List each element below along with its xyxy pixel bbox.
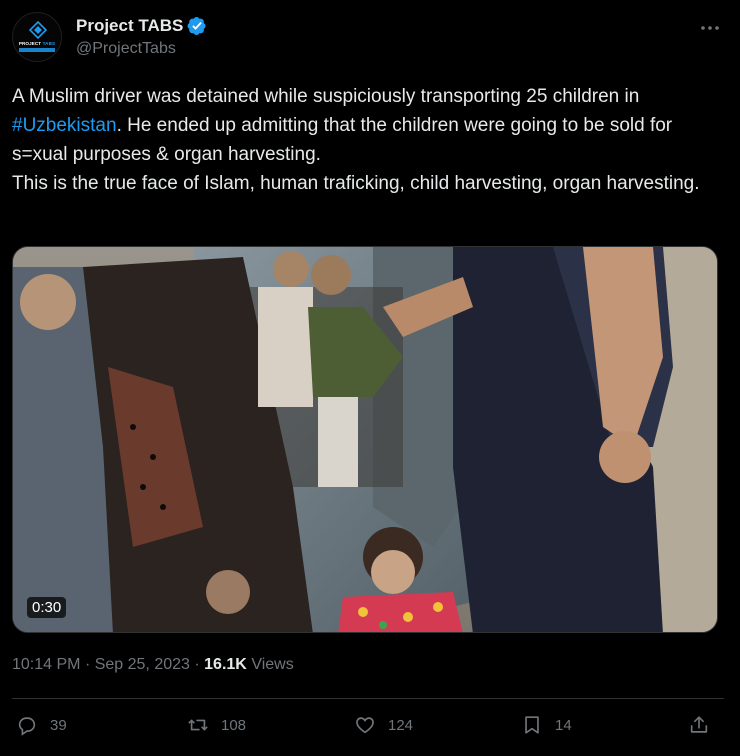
author-handle[interactable]: @ProjectTabs [76, 40, 207, 58]
video-frame [13, 247, 717, 632]
author-info: Project TABS @ProjectTabs [76, 16, 207, 58]
more-options-icon[interactable] [698, 16, 722, 40]
share-button[interactable] [688, 714, 722, 736]
reply-count: 39 [50, 716, 67, 734]
bookmark-icon [525, 716, 539, 734]
video-player[interactable]: 0:30 [12, 246, 718, 633]
reply-icon [18, 717, 36, 736]
hashtag-link[interactable]: #Uzbekistan [12, 115, 117, 136]
author-display-name[interactable]: Project TABS [76, 16, 183, 36]
tweet-date[interactable]: Sep 25, 2023 [95, 656, 190, 673]
divider [12, 698, 724, 699]
meta-separator: · [84, 656, 91, 673]
tweet-card: PROJECT TABS Project TABS @ProjectTabs A… [0, 0, 740, 756]
views-label[interactable]: Views [251, 656, 293, 673]
like-count: 124 [388, 716, 414, 734]
video-duration-badge: 0:30 [27, 597, 67, 618]
project-tabs-logo-icon [29, 21, 47, 39]
retweet-count: 108 [221, 716, 247, 734]
tweet-header: PROJECT TABS Project TABS @ProjectTabs [12, 12, 724, 64]
heart-icon [356, 717, 374, 734]
verified-badge-icon[interactable] [187, 16, 207, 36]
bookmark-count: 14 [555, 716, 572, 734]
tweet-text-line2: This is the true face of Islam, human tr… [12, 173, 700, 194]
author-name-row[interactable]: Project TABS [76, 16, 207, 36]
action-bar: 39 108 124 14 [12, 714, 724, 746]
avatar-logo-bar [19, 48, 55, 52]
retweet-button[interactable]: 108 [187, 714, 246, 736]
retweet-icon [188, 719, 208, 731]
avatar[interactable]: PROJECT TABS [12, 12, 62, 62]
avatar-logo-text: PROJECT TABS [18, 41, 56, 46]
reply-button[interactable]: 39 [16, 714, 67, 736]
tweet-text-part1: A Muslim driver was detained while suspi… [12, 86, 640, 107]
share-icon [690, 716, 708, 733]
meta-separator-2: · [194, 656, 200, 673]
tweet-metadata: 10:14 PM · Sep 25, 2023 · 16.1K Views [12, 656, 294, 674]
like-button[interactable]: 124 [354, 714, 413, 736]
bookmark-button[interactable]: 14 [521, 714, 572, 736]
tweet-text: A Muslim driver was detained while suspi… [12, 82, 724, 198]
tweet-time[interactable]: 10:14 PM [12, 656, 80, 673]
views-count[interactable]: 16.1K [204, 656, 247, 673]
